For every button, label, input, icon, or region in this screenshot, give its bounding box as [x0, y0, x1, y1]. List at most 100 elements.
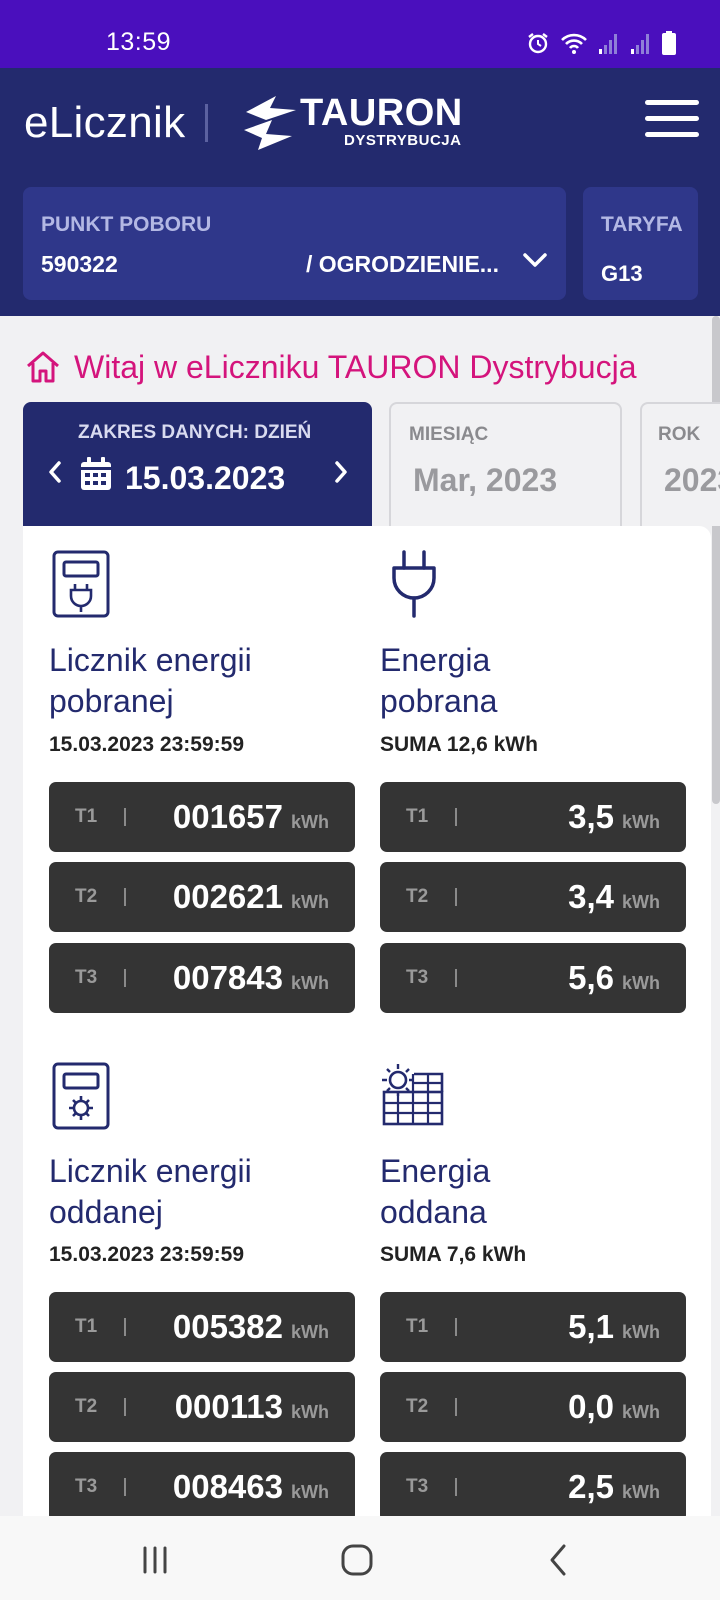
tariff-label: TARYFA [601, 213, 683, 236]
home-button-icon[interactable] [337, 1540, 377, 1580]
reading-unit: kWh [622, 812, 660, 832]
reading-value: 007843 [172, 959, 283, 996]
reading-unit: kWh [291, 812, 329, 832]
separator [124, 1398, 126, 1416]
reading-unit: kWh [291, 1322, 329, 1342]
separator [124, 969, 126, 987]
reading-row: T1 001657 kWh [49, 782, 355, 852]
recent-apps-icon[interactable] [135, 1540, 175, 1580]
reading-value: 002621 [172, 878, 283, 915]
tariff-zone: T2 [75, 1396, 98, 1417]
reading-value: 000113 [174, 1388, 283, 1425]
tariff-zone: T1 [75, 1316, 98, 1337]
reading-value: 008463 [172, 1468, 283, 1505]
reading-unit: kWh [622, 1322, 660, 1342]
status-bar: 13:59 [0, 0, 720, 68]
back-icon[interactable] [540, 1540, 580, 1580]
tariff-zone: T1 [75, 806, 98, 827]
reading-unit: kWh [291, 973, 329, 993]
reading-value: 3,4 [568, 878, 614, 915]
plug-icon [392, 550, 436, 618]
meter-plug-icon [52, 550, 110, 618]
separator [455, 1398, 457, 1416]
tariff-zone: T3 [75, 967, 98, 988]
reading-row: T1 5,1 kWh [380, 1292, 686, 1362]
tariff-zone: T1 [406, 806, 429, 827]
meter-out-title: Licznik energii oddanej [49, 1151, 252, 1233]
tariff-zone: T2 [75, 886, 98, 907]
separator [455, 808, 457, 826]
reading-value: 0,0 [568, 1388, 614, 1425]
menu-line [645, 116, 699, 121]
reading-row: T2 002621 kWh [49, 862, 355, 932]
hamburger-menu-button[interactable] [645, 100, 699, 140]
welcome-text: Witaj w eLiczniku TAURON Dystrybucja [74, 348, 637, 385]
separator [124, 808, 126, 826]
reading-row: T3 007843 kWh [49, 943, 355, 1013]
status-icons [526, 30, 676, 56]
battery-icon [662, 31, 676, 55]
reading-unit: kWh [291, 1402, 329, 1422]
welcome-banner: Witaj w eLiczniku TAURON Dystrybucja [24, 348, 637, 386]
month-label: MIESIĄC [409, 424, 489, 445]
meter-out-title-line1: Licznik energii [49, 1153, 252, 1189]
reading-row: T3 2,5 kWh [380, 1452, 686, 1522]
separator [124, 1478, 126, 1496]
meter-in-title-line2: pobranej [49, 683, 174, 719]
reading-unit: kWh [291, 1482, 329, 1502]
reading-row: T1 005382 kWh [49, 1292, 355, 1362]
separator [124, 888, 126, 906]
energy-in-title-line2: pobrana [380, 683, 498, 719]
tariff-zone: T1 [406, 1316, 429, 1337]
tab-month[interactable]: MIESIĄC Mar, 2023 [389, 402, 622, 526]
wifi-icon [561, 33, 587, 54]
tariff-value: G13 [601, 261, 643, 286]
meter-in-timestamp: 15.03.2023 23:59:59 [49, 733, 244, 756]
reading-row: T3 008463 kWh [49, 1452, 355, 1522]
chevron-left-icon[interactable] [43, 458, 67, 486]
reading-row: T2 3,4 kWh [380, 862, 686, 932]
day-value: 15.03.2023 [125, 460, 286, 496]
day-range-label: ZAKRES DANYCH: DZIEŃ [78, 422, 312, 443]
header-divider [205, 104, 208, 142]
tariff-card: TARYFA G13 [583, 187, 698, 300]
menu-line [645, 132, 699, 137]
separator [455, 888, 457, 906]
reading-row: T2 000113 kWh [49, 1372, 355, 1442]
chevron-right-icon[interactable] [329, 458, 353, 486]
reading-row: T3 5,6 kWh [380, 943, 686, 1013]
tab-day[interactable]: ZAKRES DANYCH: DZIEŃ 15.03.2023 [23, 402, 372, 526]
calendar-icon [81, 457, 111, 490]
tariff-zone: T3 [75, 1476, 98, 1497]
scrollbar[interactable] [712, 316, 720, 804]
meter-out-title-line2: oddanej [49, 1194, 163, 1230]
app-name: eLicznik [24, 98, 186, 147]
reading-row: T1 3,5 kWh [380, 782, 686, 852]
tariff-zone: T2 [406, 886, 429, 907]
signal-icon [599, 34, 617, 54]
point-name: / OGRODZIENIE... [306, 251, 499, 277]
month-value: Mar, 2023 [413, 462, 558, 498]
energy-in-title-line1: Energia [380, 642, 491, 678]
energy-out-sum: SUMA 7,6 kWh [380, 1243, 527, 1266]
reading-unit: kWh [622, 973, 660, 993]
separator [455, 1478, 457, 1496]
tab-year[interactable]: ROK 2023 [640, 402, 720, 526]
point-selector[interactable]: PUNKT POBORU 590322 / OGRODZIENIE... [23, 187, 566, 300]
reading-value: 5,6 [568, 959, 614, 996]
tauron-logo-mark-icon [244, 96, 296, 150]
reading-unit: kWh [622, 1482, 660, 1502]
energy-out-title-line1: Energia [380, 1153, 491, 1189]
energy-out-title: Energia oddana [380, 1151, 490, 1233]
meter-gear-icon [52, 1062, 110, 1130]
reading-unit: kWh [622, 1402, 660, 1422]
alarm-icon [528, 33, 548, 54]
separator [455, 969, 457, 987]
system-nav-bar [0, 1516, 720, 1600]
app-header: eLicznik TAURON DYSTRYBUCJA [0, 68, 720, 176]
reading-value: 3,5 [568, 798, 614, 835]
chevron-down-icon [523, 253, 547, 267]
menu-line [645, 100, 699, 105]
year-label: ROK [658, 424, 701, 445]
point-number: 590322 [41, 251, 118, 277]
